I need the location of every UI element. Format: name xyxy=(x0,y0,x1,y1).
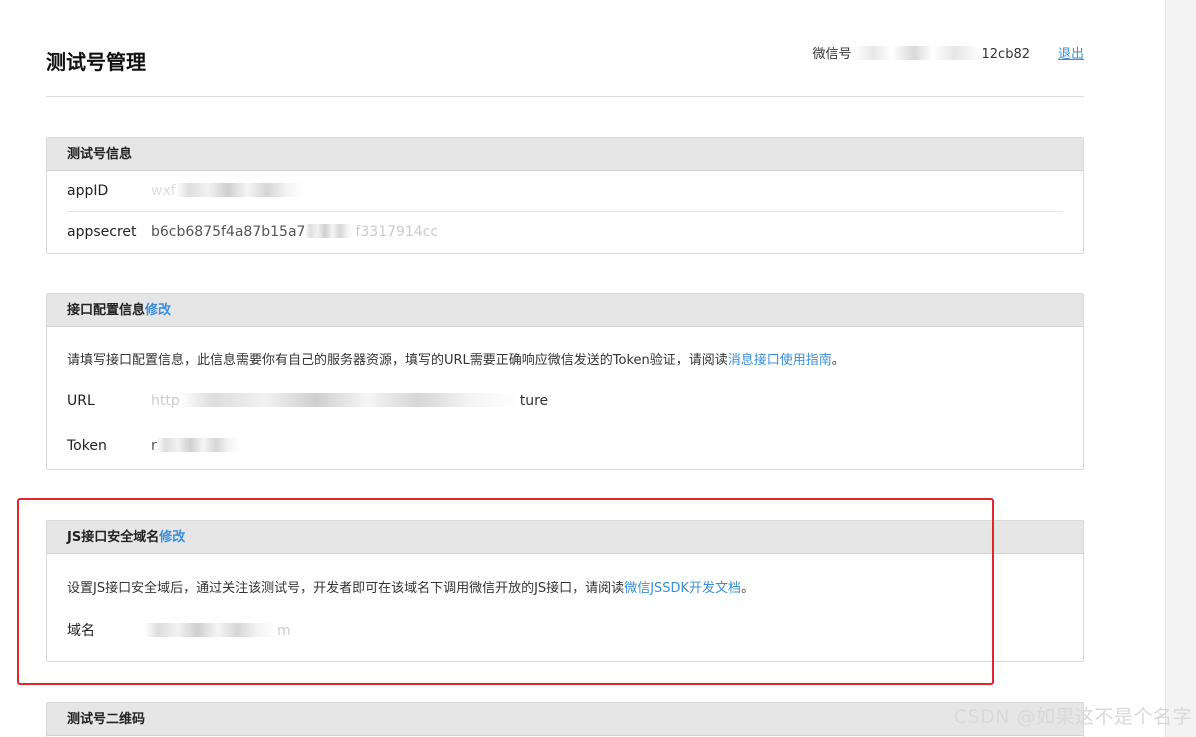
url-value: http ture xyxy=(151,379,548,424)
panel-heading: 接口配置信息修改 xyxy=(47,294,1083,327)
appsecret-value-text: b6cb6875f4a87b15a7 xyxy=(151,224,306,240)
appid-value-text: wxf xyxy=(151,183,176,199)
url-row: URL http ture xyxy=(67,379,1063,424)
appsecret-label: appsecret xyxy=(67,224,137,240)
logout-link[interactable]: 退出 xyxy=(1058,43,1084,62)
appsecret-mask xyxy=(305,224,356,238)
interface-config-description: 请填写接口配置信息，此信息需要你有自己的服务器资源，填写的URL需要正确响应微信… xyxy=(67,327,1063,379)
test-account-info-panel: 测试号信息 appID wxf appsecret b6cb6875f4a87b… xyxy=(46,137,1084,254)
message-api-guide-link[interactable]: 消息接口使用指南 xyxy=(728,353,832,368)
watermark: CSDN @如果这不是个名字 xyxy=(953,706,1192,728)
account-info: 微信号 12cb82 xyxy=(812,43,1030,62)
panel-heading-text: 接口配置信息 xyxy=(67,303,146,318)
interface-desc-end: 。 xyxy=(831,353,845,368)
token-mask xyxy=(156,438,241,452)
appsecret-row: appsecret b6cb6875f4a87b15a7 f3317914cc xyxy=(67,212,1063,253)
url-value-head: http xyxy=(151,393,180,409)
account-mask xyxy=(853,46,980,60)
token-value: r xyxy=(151,424,241,469)
account-id-suffix: 12cb82 xyxy=(981,47,1030,62)
appid-mask xyxy=(175,183,306,197)
panel-heading: 测试号二维码 xyxy=(47,703,1083,736)
test-account-qrcode-panel: 测试号二维码 xyxy=(46,702,1084,737)
url-mask xyxy=(179,393,520,407)
url-label: URL xyxy=(67,393,95,409)
account-label: 微信号 xyxy=(812,47,852,62)
highlight-annotation-box xyxy=(17,498,994,685)
appsecret-value-tail: f3317914cc xyxy=(355,224,439,240)
page-title: 测试号管理 xyxy=(46,50,146,74)
appsecret-value: b6cb6875f4a87b15a7 f3317914cc xyxy=(151,212,438,253)
panel-heading: 测试号信息 xyxy=(47,138,1083,171)
page-header: 测试号管理 微信号 12cb82 退出 xyxy=(46,40,1084,97)
token-row: Token r xyxy=(67,424,1063,469)
interface-desc-text: 请填写接口配置信息，此信息需要你有自己的服务器资源，填写的URL需要正确响应微信… xyxy=(67,353,728,368)
appid-value: wxf xyxy=(151,171,306,212)
url-value-tail: ture xyxy=(519,393,549,409)
interface-config-edit-link[interactable]: 修改 xyxy=(145,303,171,318)
appid-label: appID xyxy=(67,183,109,199)
appid-row: appID wxf xyxy=(67,171,1063,212)
window-right-gutter xyxy=(1166,0,1196,737)
interface-config-panel: 接口配置信息修改 请填写接口配置信息，此信息需要你有自己的服务器资源，填写的UR… xyxy=(46,293,1084,470)
token-label: Token xyxy=(67,438,107,454)
